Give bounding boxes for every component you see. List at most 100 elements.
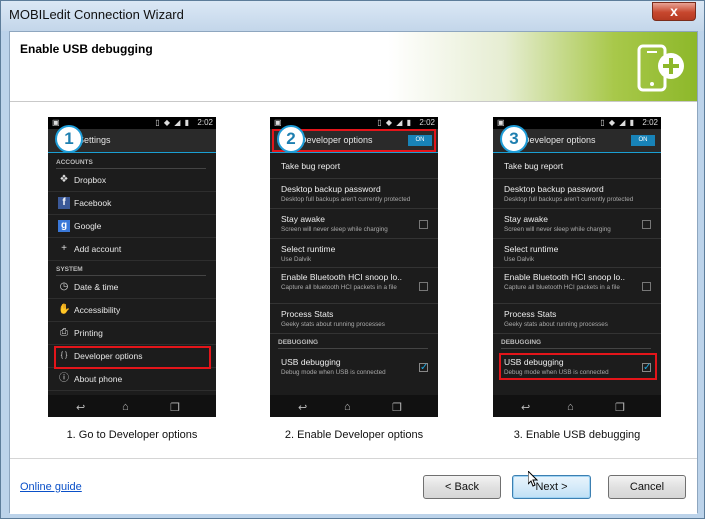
dev-option-hci-snoop: Enable Bluetooth HCI snoop lo.. Capture …: [270, 268, 438, 304]
printer-icon: ⎙: [60, 327, 68, 338]
dev-option-hci-snoop: Enable Bluetooth HCI snoop lo.. Capture …: [493, 268, 661, 304]
clock-icon: ◷: [59, 281, 69, 292]
online-guide-link[interactable]: Online guide: [20, 481, 82, 493]
hand-icon: ✋: [58, 304, 71, 315]
option-subtitle: Geeky stats about running processes: [281, 321, 385, 328]
notification-icon: ▣: [274, 118, 282, 127]
option-title: Desktop backup password: [281, 184, 381, 194]
status-time: 2:02: [197, 118, 213, 127]
option-title: Process Stats: [281, 309, 334, 319]
signal-icons: ▯ ◆ ◢ ▮: [155, 118, 190, 127]
dev-option-bug-report: Take bug report: [493, 154, 661, 179]
menu-item-label: About phone: [74, 374, 123, 384]
option-title: Stay awake: [281, 214, 325, 224]
option-subtitle: Debug mode when USB is connected: [281, 369, 386, 376]
action-bar-title: Developer options: [523, 135, 596, 145]
page-title: Enable USB debugging: [20, 42, 153, 56]
back-nav-icon: ↩: [521, 402, 531, 414]
section-header-debugging: DEBUGGING: [278, 339, 428, 349]
option-title: Take bug report: [504, 161, 564, 171]
signal-icons: ▯ ◆ ◢ ▮: [377, 118, 412, 127]
menu-item-accessibility: ✋ Accessibility: [48, 299, 216, 322]
nav-bar: ↩ ⌂ ❐: [270, 395, 438, 417]
home-nav-icon: ⌂: [122, 401, 129, 413]
status-time: 2:02: [642, 118, 658, 127]
option-title: USB debugging: [281, 357, 341, 367]
dev-option-usb-debugging: USB debugging Debug mode when USB is con…: [270, 352, 438, 382]
checkbox-unchecked: [419, 220, 428, 229]
highlight-developer-options: [54, 346, 211, 369]
section-header-debugging: DEBUGGING: [501, 339, 651, 349]
menu-item-label: Date & time: [74, 282, 119, 292]
cancel-button[interactable]: Cancel: [608, 475, 686, 499]
phone-screenshot-step-2: ▣ ▯ ◆ ◢ ▮ 2:02 Developer options ON Take…: [270, 117, 438, 417]
option-title: Select runtime: [504, 244, 559, 254]
facebook-icon: f: [58, 197, 70, 209]
option-title: Select runtime: [281, 244, 336, 254]
dev-option-process-stats: Process Stats Geeky stats about running …: [270, 304, 438, 334]
notification-icon: ▣: [497, 118, 505, 127]
step-badge-3: 3: [500, 125, 528, 153]
option-subtitle: Use Dalvik: [281, 256, 312, 263]
steps-area: ▣ ▯ ◆ ◢ ▮ 2:02 Settings ACCOUNTS ❖ Dropb…: [10, 103, 697, 458]
option-subtitle: Geeky stats about running processes: [504, 321, 608, 328]
developer-options-toggle: ON: [631, 135, 655, 146]
phone-screenshot-step-3: ▣ ▯ ◆ ◢ ▮ 2:02 Developer options ON Take…: [493, 117, 661, 417]
option-subtitle: Use Dalvik: [504, 256, 535, 263]
dev-option-backup-password: Desktop backup password Desktop full bac…: [270, 179, 438, 209]
dev-option-stay-awake: Stay awake Screen will never sleep while…: [493, 209, 661, 239]
phone-screenshot-step-1: ▣ ▯ ◆ ◢ ▮ 2:02 Settings ACCOUNTS ❖ Dropb…: [48, 117, 216, 417]
next-button[interactable]: Next >: [512, 475, 591, 499]
option-subtitle: Desktop full backups aren't currently pr…: [281, 196, 411, 203]
menu-item-google: g Google: [48, 215, 216, 238]
back-button[interactable]: < Back: [423, 475, 501, 499]
recents-nav-icon: ❐: [392, 402, 402, 414]
option-subtitle: Screen will never sleep while charging: [504, 226, 611, 233]
nav-bar: ↩ ⌂ ❐: [493, 395, 661, 417]
status-time: 2:02: [419, 118, 435, 127]
checkbox-unchecked: [642, 220, 651, 229]
option-title: Process Stats: [504, 309, 557, 319]
home-nav-icon: ⌂: [344, 401, 351, 413]
option-title: Enable Bluetooth HCI snoop lo..: [281, 272, 402, 282]
google-icon: g: [58, 220, 70, 232]
option-title: Take bug report: [281, 161, 341, 171]
menu-item-add-account: + Add account: [48, 238, 216, 261]
recents-nav-icon: ❐: [615, 402, 625, 414]
nav-bar: ↩ ⌂ ❐: [48, 395, 216, 417]
close-button[interactable]: x: [652, 2, 696, 21]
option-subtitle: Capture all bluetooth HCI packets in a f…: [504, 284, 620, 291]
step-caption-2: 2. Enable Developer options: [284, 429, 424, 441]
option-subtitle: Capture all bluetooth HCI packets in a f…: [281, 284, 397, 291]
step-badge-1: 1: [55, 125, 83, 153]
info-icon: ⓘ: [59, 373, 69, 384]
menu-item-label: Printing: [74, 328, 103, 338]
wizard-window: MOBILedit Connection Wizard x Enable USB…: [0, 0, 705, 519]
recents-nav-icon: ❐: [170, 402, 180, 414]
menu-item-label: Google: [74, 221, 102, 231]
back-nav-icon: ↩: [76, 402, 86, 414]
dev-option-backup-password: Desktop backup password Desktop full bac…: [493, 179, 661, 209]
dev-option-process-stats: Process Stats Geeky stats about running …: [493, 304, 661, 334]
menu-item-label: Facebook: [74, 198, 112, 208]
menu-item-label: Add account: [74, 244, 122, 254]
option-title: Stay awake: [504, 214, 548, 224]
title-bar: MOBILedit Connection Wizard x: [1, 1, 704, 31]
menu-item-printing: ⎙ Printing: [48, 322, 216, 345]
menu-item-label: Dropbox: [74, 175, 107, 185]
wizard-footer: Online guide < Back Next > Cancel: [10, 458, 697, 514]
menu-item-label: Accessibility: [74, 305, 121, 315]
signal-icons: ▯ ◆ ◢ ▮: [600, 118, 635, 127]
highlight-usb-debugging: [499, 353, 657, 380]
dropbox-icon: ❖: [59, 174, 69, 185]
notification-icon: ▣: [52, 118, 60, 127]
menu-item-facebook: f Facebook: [48, 192, 216, 215]
checkbox-unchecked: [419, 282, 428, 291]
option-title: Enable Bluetooth HCI snoop lo..: [504, 272, 625, 282]
back-nav-icon: ↩: [298, 402, 308, 414]
add-icon: +: [61, 243, 67, 254]
menu-item-date-time: ◷ Date & time: [48, 276, 216, 299]
checkbox-checked-icon: ✓: [419, 362, 429, 373]
dev-option-stay-awake: Stay awake Screen will never sleep while…: [270, 209, 438, 239]
wizard-header: Enable USB debugging: [10, 32, 697, 102]
